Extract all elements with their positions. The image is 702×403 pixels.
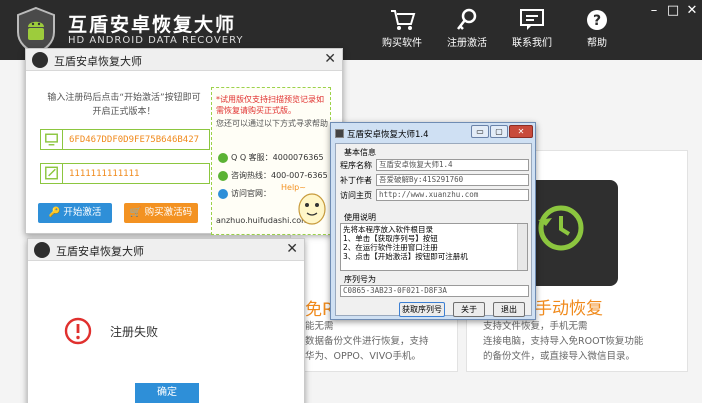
close-icon[interactable]: ✕ [324,51,336,67]
minimize-button[interactable]: ▭ [471,125,489,138]
nav-help[interactable]: ? 帮助 [565,8,629,49]
nav-label: 帮助 [587,38,607,49]
dialog-title: 互盾安卓恢复大师1.4 [347,130,429,140]
help-hint: 您还可以通过以下方式寻求帮助 [216,119,328,128]
serial-field[interactable]: C0865-3AB23-0F021-D8F3A [340,285,529,297]
cart-icon [391,10,416,30]
mascot-icon [298,193,326,225]
register-failed-dialog: 互盾安卓恢复大师 ✕ 注册失败 确定 [27,238,305,403]
nav-label: 购买软件 [382,38,422,49]
dialog-title: 互盾安卓恢复大师 [54,55,142,68]
app-subtitle: HD ANDROID DATA RECOVERY [68,35,244,46]
contact-phone: 咨询热线：400-007-6365 [218,170,328,181]
name-label: 程序名称 [340,161,372,170]
card-desc: 支持文件恢复，手机无需 连接电脑，支持导入免ROOT恢复功能 的备份文件，或直接… [483,321,644,362]
ok-button[interactable]: 确定 [135,383,199,403]
restore-button[interactable]: □ [665,3,681,18]
dialog-header: 互盾安卓恢复大师 ✕ [26,49,342,71]
window-icon [335,129,344,138]
card-title: 手动恢复 [535,299,603,319]
app-title: 互盾安卓恢复大师 [68,14,237,36]
app-logo-icon [34,242,50,258]
activation-instruction: 输入注册码后点击“开始激活”按钮即可开启正式版本！ [47,93,201,117]
about-button[interactable]: 关于 [453,302,485,317]
nav-register[interactable]: 注册激活 [435,8,499,49]
exit-button[interactable]: 退出 [493,302,525,317]
help-icon: ? [587,10,607,30]
nav-contact[interactable]: 联系我们 [500,8,564,49]
app-logo-icon [32,52,48,68]
activation-dialog: 互盾安卓恢复大师 ✕ 输入注册码后点击“开始激活”按钮即可开启正式版本！ 🔑 开… [25,48,343,235]
svg-text:?: ? [593,13,601,29]
name-field[interactable]: 互盾安卓恢复大师1.4 [376,159,529,171]
nav-label: 联系我们 [512,38,552,49]
card-desc: 能无需 数据备份文件进行恢复，支持 华为、OPPO、VIVO手机。 [305,321,429,362]
key-icon [457,8,477,30]
reg-code-field [40,163,210,184]
close-button[interactable]: ✕ [684,3,700,18]
nav-buy-software[interactable]: 购买软件 [370,8,434,49]
trial-notice: *试用版仅支持扫描预览记录如需恢复请购买正式版。 [216,95,324,115]
minimize-button[interactable]: – [646,3,662,18]
failure-message: 注册失败 [110,325,159,339]
dialog-body: 基本信息 程序名称 互盾安卓恢复大师1.4 补丁作者 吾爱破解By:41S291… [335,143,532,317]
get-serial-button[interactable]: 获取序列号 [399,302,445,317]
close-button[interactable]: ✕ [509,125,533,138]
author-field[interactable]: 吾爱破解By:41S291760 [376,174,529,186]
dialog-title: 互盾安卓恢复大师 [56,245,144,258]
usage-textarea[interactable]: 先将本程序放入软件根目录 1、单击【获取序列号】按钮 2、在运行软件注册窗口注册… [340,223,528,271]
buy-code-button[interactable]: 🛒 购买激活码 [124,203,198,223]
chat-icon [520,9,544,30]
machine-code-input[interactable] [69,132,207,147]
nav-label: 注册激活 [447,38,487,49]
app-logo-icon [17,6,55,54]
scrollbar[interactable] [517,224,527,270]
home-field[interactable]: http://www.xuanzhu.com [376,189,529,201]
phone-icon [218,170,228,181]
machine-code-field [40,129,210,150]
ie-icon [218,188,228,199]
contact-website: 访问官网： [218,188,271,199]
error-icon [64,317,92,345]
close-icon[interactable]: ✕ [286,241,298,257]
activate-label: 开始激活 [63,207,102,218]
buy-label: 购买激活码 [144,207,193,218]
restore-clock-icon [538,205,584,251]
activate-button[interactable]: 🔑 开始激活 [38,203,112,223]
author-label: 补丁作者 [340,176,372,185]
home-label: 访问主页 [340,191,372,200]
dialog-header: 互盾安卓恢复大师 ✕ [28,239,304,261]
keygen-dialog: 互盾安卓恢复大师1.4 ▭ ▢ ✕ 基本信息 程序名称 互盾安卓恢复大师1.4 … [330,122,536,320]
key-icon: 🔑 [48,207,61,218]
edit-icon [45,164,63,183]
cart-icon: 🛒 [129,207,142,218]
section-basic: 基本信息 [344,148,376,157]
serial-label: 序列号为 [344,275,376,284]
monitor-icon [45,130,63,149]
usage-label: 使用说明 [344,213,376,222]
maximize-button[interactable]: ▢ [490,125,508,138]
qq-icon [218,152,228,163]
contact-qq: Q Q 客服：4000076365 [218,152,324,163]
reg-code-input[interactable] [69,166,207,181]
